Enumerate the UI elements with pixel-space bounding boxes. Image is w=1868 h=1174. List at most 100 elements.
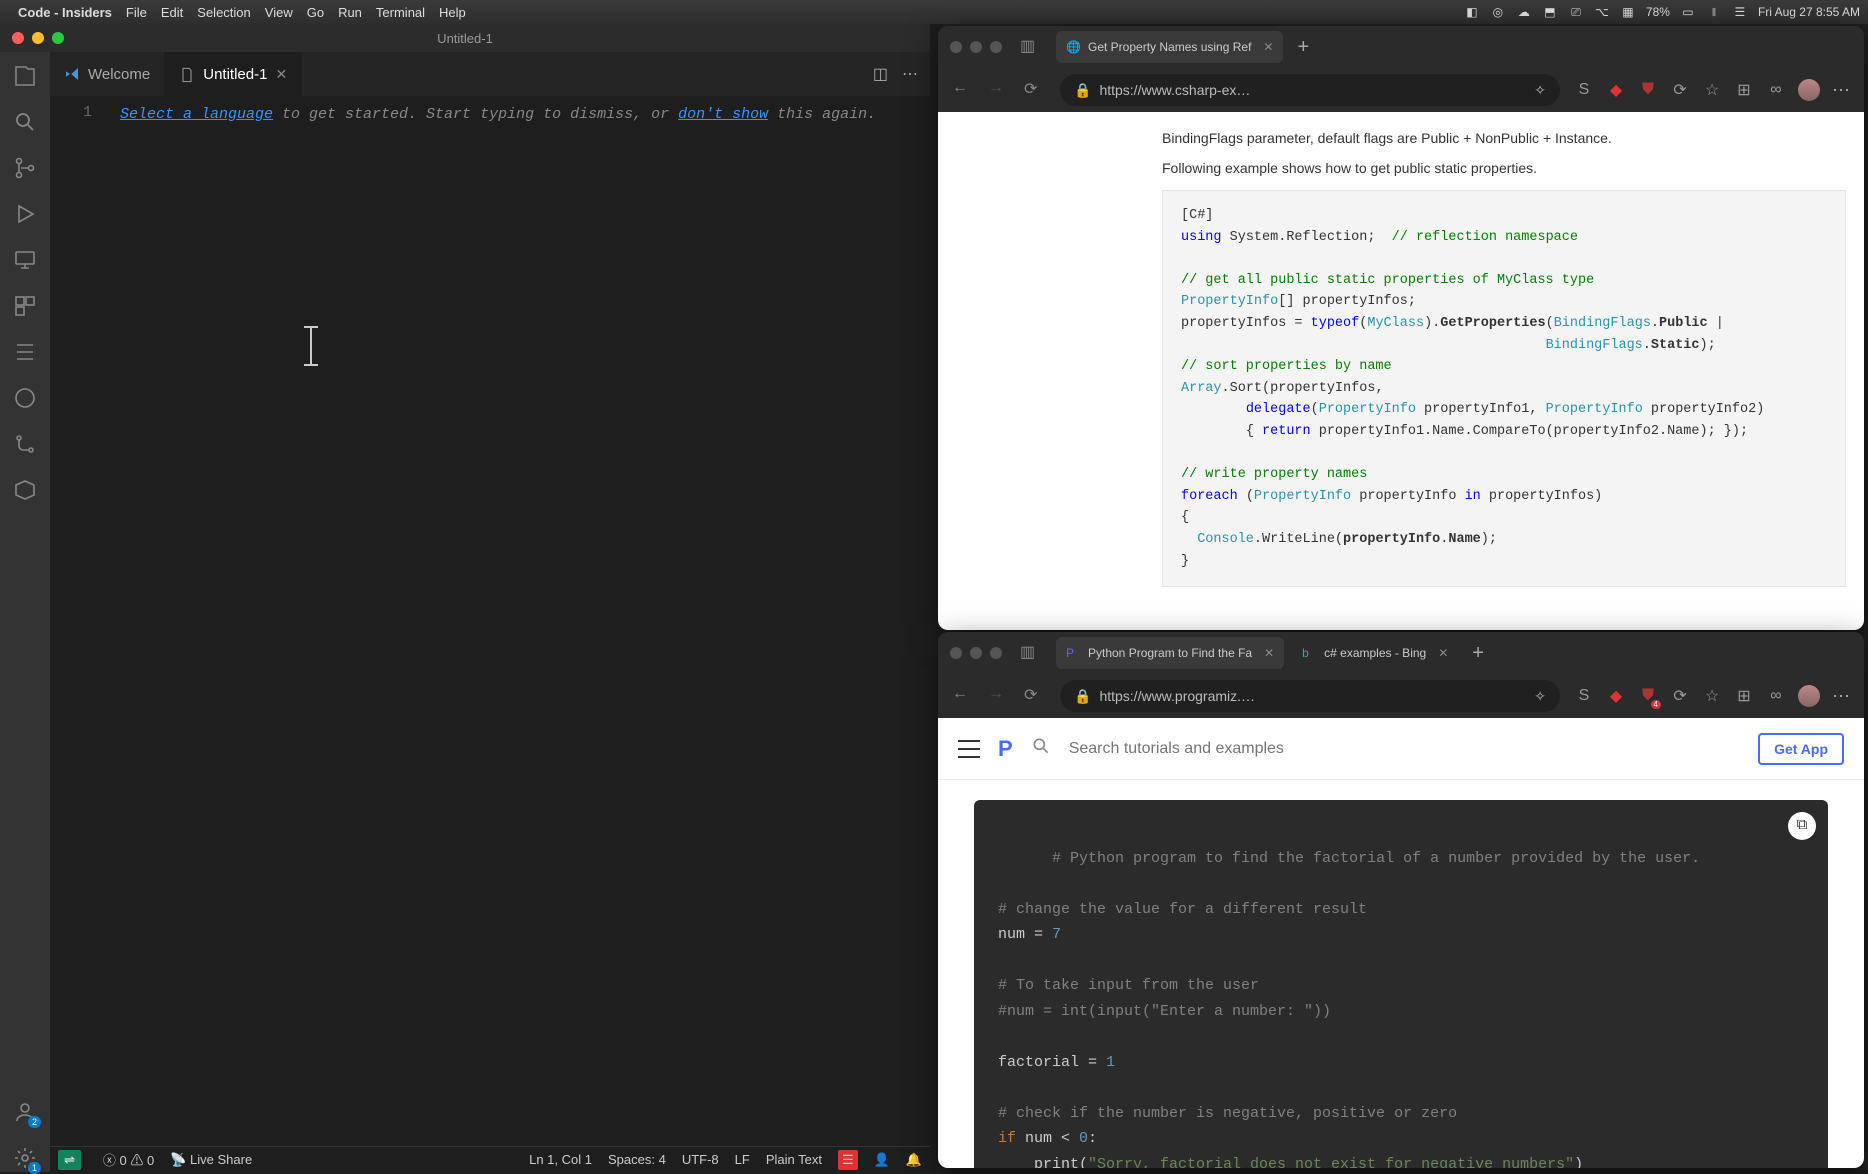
edge-icon[interactable]: [11, 384, 39, 412]
status-icon-cloud[interactable]: ☁: [1516, 4, 1532, 20]
wifi-icon[interactable]: ⧛: [1706, 4, 1722, 20]
ext-icon-1[interactable]: S: [1574, 80, 1594, 100]
ext-icon-ublock[interactable]: ⛊: [1638, 80, 1658, 100]
split-editor-icon[interactable]: ◫: [873, 64, 888, 84]
profile-avatar[interactable]: [1798, 79, 1820, 101]
gitlens-icon[interactable]: [11, 430, 39, 458]
ext-icon-2[interactable]: ◆: [1606, 80, 1626, 100]
settings-gear-icon[interactable]: 1: [11, 1144, 39, 1172]
ext-icon-2[interactable]: ◆: [1606, 686, 1626, 706]
share-icon[interactable]: ∞: [1766, 686, 1786, 706]
new-tab-button[interactable]: +: [1466, 642, 1490, 665]
more-icon[interactable]: ⋯: [1832, 80, 1850, 101]
ln-col[interactable]: Ln 1, Col 1: [529, 1152, 592, 1167]
status-icon-stage[interactable]: ▦: [1620, 4, 1636, 20]
programiz-logo-icon[interactable]: P: [998, 736, 1013, 762]
sidebar-toggle-icon[interactable]: ▥: [1020, 642, 1042, 664]
forward-button[interactable]: →: [988, 685, 1010, 707]
profile-avatar[interactable]: [1798, 685, 1820, 707]
reader-icon[interactable]: ✧: [1534, 688, 1546, 705]
remote-indicator[interactable]: ⇌: [58, 1150, 81, 1170]
collections-icon[interactable]: ⊞: [1734, 80, 1754, 100]
bell-icon[interactable]: 🔔: [906, 1152, 922, 1168]
ext-icon-refresh[interactable]: ⟳: [1670, 686, 1690, 706]
favorites-icon[interactable]: ☆: [1702, 686, 1722, 706]
menu-file[interactable]: File: [126, 5, 147, 20]
forward-button[interactable]: →: [988, 79, 1010, 101]
status-ext-icon[interactable]: ☰: [838, 1150, 858, 1170]
browser1-tab[interactable]: 🌐 Get Property Names using Ref ✕: [1056, 31, 1283, 63]
battery-pct[interactable]: 78%: [1646, 5, 1670, 19]
dont-show-link[interactable]: don't show: [678, 106, 768, 123]
reader-icon[interactable]: ✧: [1534, 82, 1546, 99]
close-window-button[interactable]: [12, 32, 24, 44]
b1-min[interactable]: [970, 41, 982, 53]
extensions-icon[interactable]: [11, 292, 39, 320]
errors-count[interactable]: ⓧ 0 ⚠ 0: [103, 1150, 154, 1169]
project-icon[interactable]: [11, 476, 39, 504]
hamburger-icon[interactable]: [958, 740, 980, 758]
tab-welcome[interactable]: Welcome: [50, 52, 165, 96]
remote-explorer-icon[interactable]: [11, 246, 39, 274]
datetime[interactable]: Fri Aug 27 8:55 AM: [1758, 5, 1860, 19]
run-debug-icon[interactable]: [11, 200, 39, 228]
source-control-icon[interactable]: [11, 154, 39, 182]
status-icon-screen[interactable]: ⎚: [1568, 4, 1584, 20]
search-icon[interactable]: [1031, 736, 1051, 761]
spaces[interactable]: Spaces: 4: [608, 1152, 666, 1167]
eol[interactable]: LF: [735, 1152, 750, 1167]
browser2-tab1[interactable]: P Python Program to Find the Fa ✕: [1056, 637, 1284, 669]
search-input[interactable]: [1069, 740, 1740, 758]
todo-icon[interactable]: [11, 338, 39, 366]
b1-close[interactable]: [950, 41, 962, 53]
share-icon[interactable]: ∞: [1766, 80, 1786, 100]
tab-untitled[interactable]: Untitled-1 ✕: [165, 52, 302, 96]
back-button[interactable]: ←: [952, 685, 974, 707]
url-bar[interactable]: 🔒 https://www.csharp-ex… ✧: [1060, 74, 1560, 106]
menu-selection[interactable]: Selection: [197, 5, 250, 20]
menu-edit[interactable]: Edit: [161, 5, 183, 20]
close-tab-icon[interactable]: ✕: [1264, 646, 1274, 660]
sidebar-toggle-icon[interactable]: ▥: [1020, 36, 1042, 58]
refresh-button[interactable]: ⟳: [1024, 685, 1046, 707]
browser1-content[interactable]: BindingFlags parameter, default flags ar…: [938, 112, 1864, 630]
favorites-icon[interactable]: ☆: [1702, 80, 1722, 100]
menu-view[interactable]: View: [265, 5, 293, 20]
b2-max[interactable]: [990, 647, 1002, 659]
maximize-window-button[interactable]: [52, 32, 64, 44]
b2-close[interactable]: [950, 647, 962, 659]
browser2-tab2[interactable]: b c# examples - Bing ✕: [1292, 637, 1458, 669]
feedback-icon[interactable]: 👤: [874, 1152, 890, 1168]
accounts-icon[interactable]: 2: [11, 1098, 39, 1126]
status-icon-bt[interactable]: ⌥: [1594, 4, 1610, 20]
status-icon-dropbox[interactable]: ⬒: [1542, 4, 1558, 20]
search-icon[interactable]: [11, 108, 39, 136]
control-center-icon[interactable]: ☰: [1732, 4, 1748, 20]
close-tab-icon[interactable]: ✕: [275, 66, 287, 83]
browser2-content[interactable]: P Get App ⧉# Python program to find the …: [938, 718, 1864, 1168]
language-mode[interactable]: Plain Text: [766, 1152, 822, 1167]
battery-icon[interactable]: ▭: [1680, 4, 1696, 20]
refresh-button[interactable]: ⟳: [1024, 79, 1046, 101]
url-bar-2[interactable]: 🔒 https://www.programiz.… ✧: [1060, 680, 1560, 712]
more-actions-icon[interactable]: ⋯: [902, 64, 918, 84]
close-tab-icon[interactable]: ✕: [1263, 40, 1273, 54]
explorer-icon[interactable]: [11, 62, 39, 90]
ext-icon-refresh[interactable]: ⟳: [1670, 80, 1690, 100]
liveshare-button[interactable]: 📡 Live Share: [170, 1152, 252, 1168]
copy-icon[interactable]: ⧉: [1788, 812, 1816, 840]
b2-min[interactable]: [970, 647, 982, 659]
status-icon-1[interactable]: ◧: [1464, 4, 1480, 20]
menu-go[interactable]: Go: [307, 5, 324, 20]
menu-help[interactable]: Help: [439, 5, 466, 20]
select-language-link[interactable]: Select a language: [120, 106, 273, 123]
menu-run[interactable]: Run: [338, 5, 362, 20]
collections-icon[interactable]: ⊞: [1734, 686, 1754, 706]
ext-icon-1[interactable]: S: [1574, 686, 1594, 706]
new-tab-button[interactable]: +: [1291, 36, 1315, 59]
encoding[interactable]: UTF-8: [682, 1152, 719, 1167]
back-button[interactable]: ←: [952, 79, 974, 101]
editor-body[interactable]: 1 Select a language to get started. Star…: [50, 96, 930, 1146]
status-icon-2[interactable]: ◎: [1490, 4, 1506, 20]
b1-max[interactable]: [990, 41, 1002, 53]
